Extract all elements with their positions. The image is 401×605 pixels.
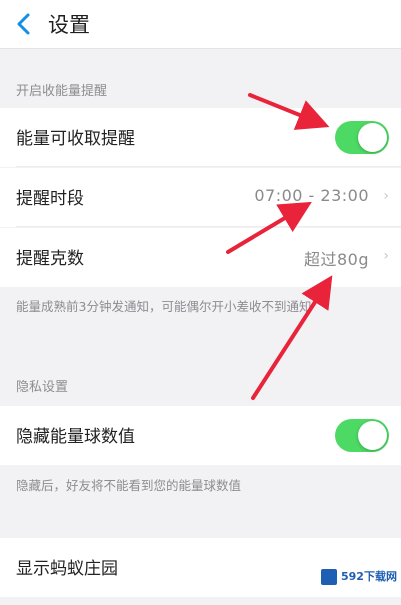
- watermark-logo: [321, 569, 337, 585]
- reminder-grams-row[interactable]: 提醒克数 超过80g ›: [0, 228, 401, 287]
- hide-energy-toggle[interactable]: [335, 419, 389, 452]
- reminder-grams-value: 超过80g: [303, 250, 369, 269]
- energy-description: 能量成熟前3分钟发通知，可能偶尔开小差收不到通知: [16, 299, 312, 314]
- hide-energy-label: 隐藏能量球数值: [16, 427, 135, 447]
- chevron-right-icon: ›: [383, 188, 389, 204]
- energy-reminder-row: 能量可收取提醒: [0, 108, 401, 167]
- chevron-right-icon: ›: [383, 248, 389, 264]
- toggle-knob: [358, 123, 387, 152]
- section-label-energy: 开启收能量提醒: [16, 84, 108, 99]
- energy-reminder-toggle[interactable]: [335, 121, 389, 154]
- page-title: 设置: [48, 13, 90, 37]
- privacy-description: 隐藏后，好友将不能看到您的能量球数值: [16, 478, 242, 493]
- divider: [16, 166, 401, 167]
- divider: [16, 226, 401, 227]
- watermark-text: 592下载网: [341, 570, 397, 583]
- reminder-period-row[interactable]: 提醒时段 07:00 - 23:00 ›: [0, 168, 401, 227]
- chevron-left-icon[interactable]: [12, 10, 36, 38]
- reminder-period-value: 07:00 - 23:00: [254, 186, 369, 205]
- reminder-period-label: 提醒时段: [16, 189, 84, 209]
- section-label-privacy: 隐私设置: [16, 380, 69, 395]
- energy-reminder-label: 能量可收取提醒: [16, 129, 135, 149]
- toggle-knob: [358, 421, 387, 450]
- reminder-grams-label: 提醒克数: [16, 249, 84, 269]
- show-manor-label: 显示蚂蚁庄园: [16, 559, 118, 579]
- watermark: 592下载网: [317, 563, 397, 593]
- hide-energy-row: 隐藏能量球数值: [0, 406, 401, 465]
- nav-bar: 设置: [0, 0, 401, 49]
